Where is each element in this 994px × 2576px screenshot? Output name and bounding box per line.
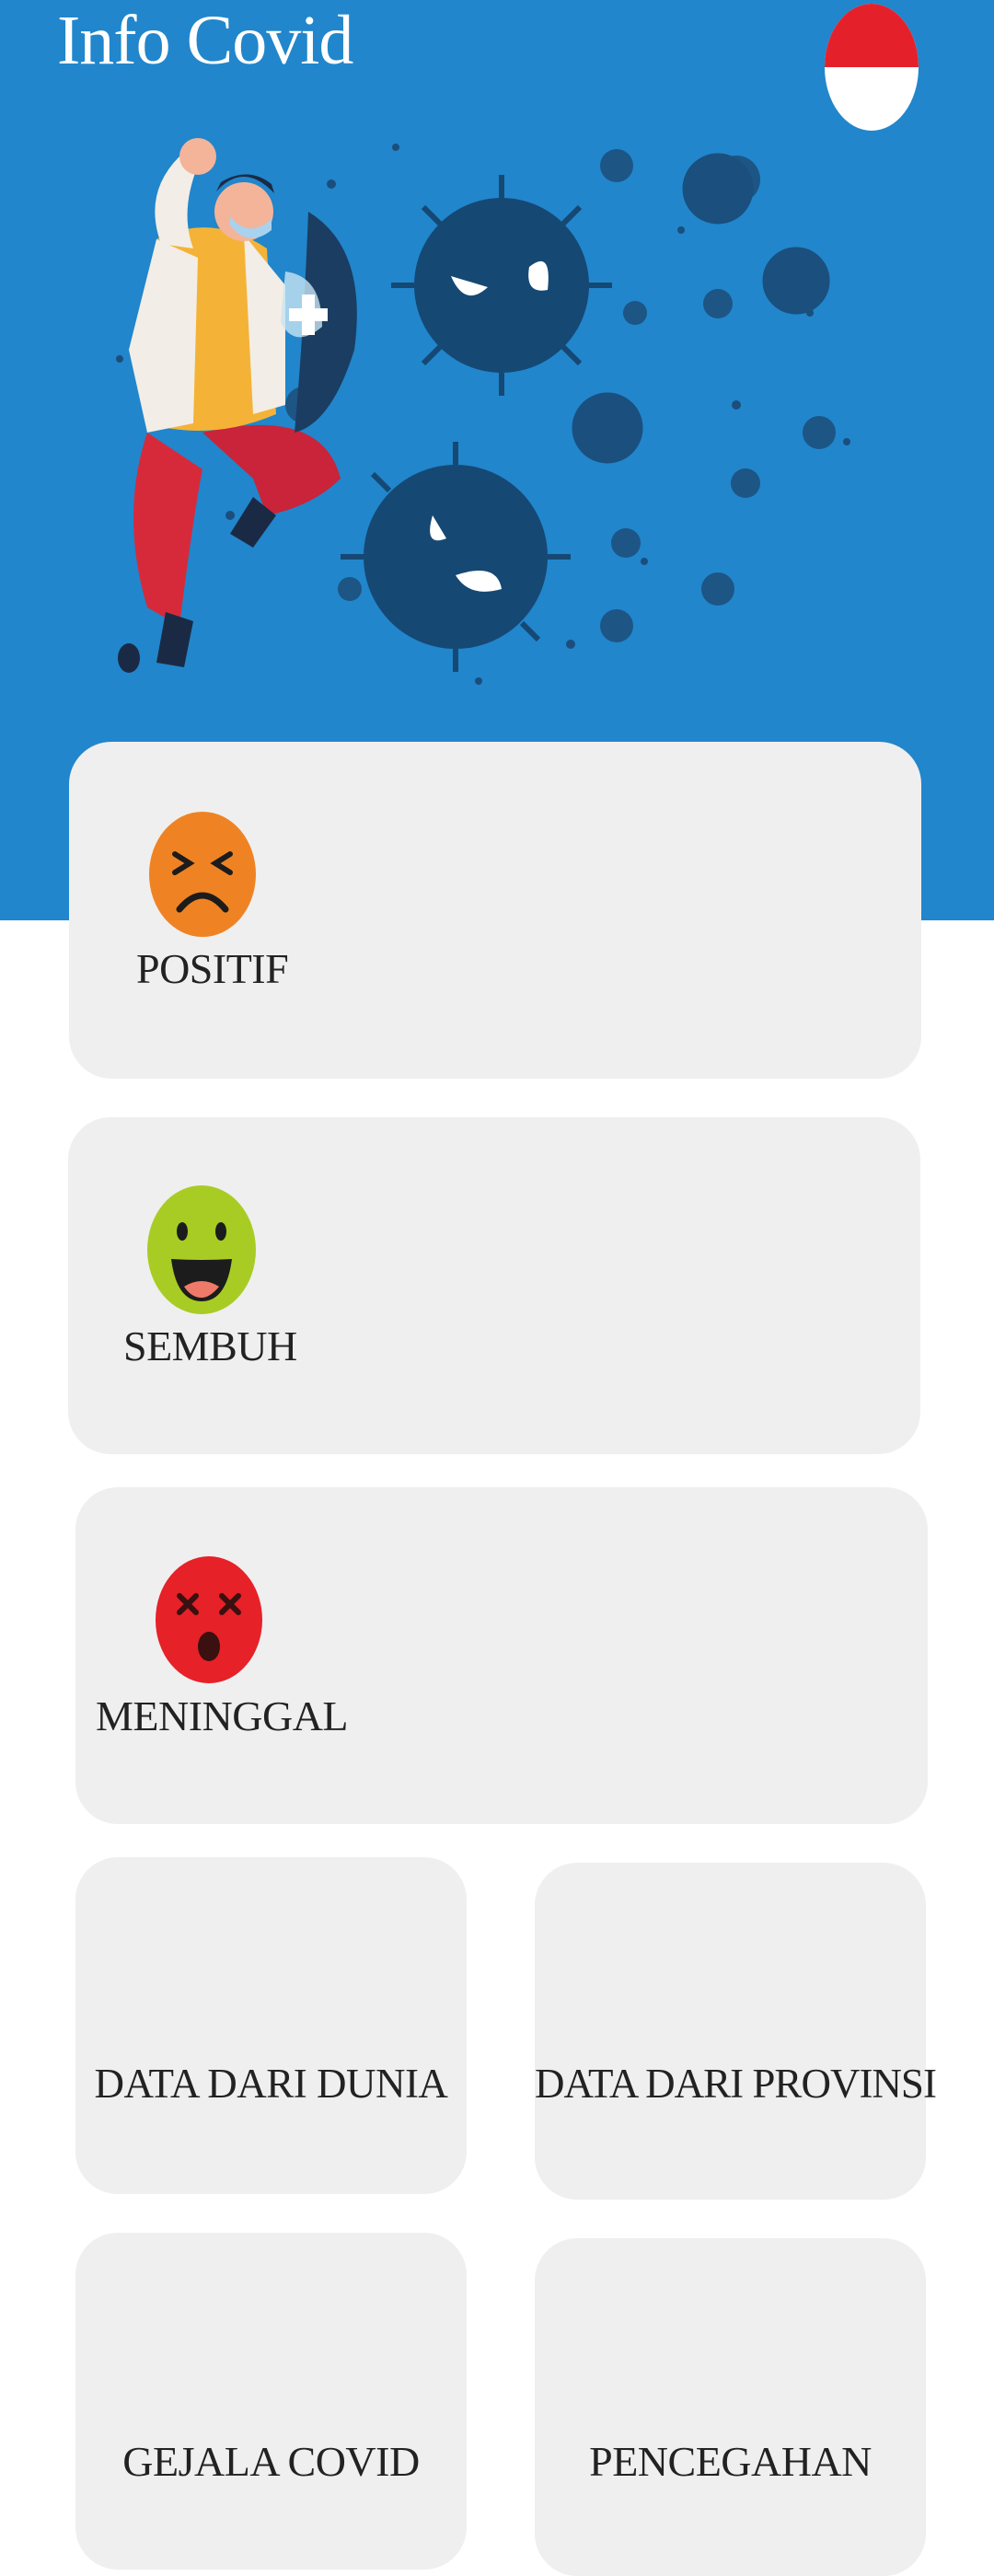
app-title: Info Covid: [57, 2, 353, 79]
prevention-button[interactable]: PENCEGAHAN: [535, 2238, 926, 2576]
sad-face-icon: [149, 812, 256, 937]
happy-face-icon: [147, 1185, 256, 1314]
world-data-label: DATA DARI DUNIA: [94, 2061, 448, 2107]
dead-face-icon: [156, 1556, 262, 1683]
prevention-label: PENCEGAHAN: [589, 2438, 872, 2485]
positive-label: POSITIF: [136, 945, 289, 992]
deaths-label: MENINGGAL: [96, 1692, 349, 1739]
symptoms-label: GEJALA COVID: [122, 2438, 420, 2485]
indonesia-flag-icon[interactable]: [825, 4, 919, 131]
province-data-label: DATA DARI PROVINSI: [535, 2061, 937, 2107]
deaths-card[interactable]: MENINGGAL: [75, 1487, 928, 1824]
positive-card[interactable]: POSITIF: [69, 742, 921, 1079]
world-data-button[interactable]: DATA DARI DUNIA: [75, 1857, 467, 2194]
hero-illustration: [116, 138, 850, 685]
symptoms-button[interactable]: GEJALA COVID: [75, 2233, 467, 2570]
recovered-card[interactable]: SEMBUH: [68, 1117, 920, 1454]
recovered-label: SEMBUH: [123, 1323, 297, 1369]
province-data-button[interactable]: DATA DARI PROVINSI: [535, 1863, 937, 2200]
